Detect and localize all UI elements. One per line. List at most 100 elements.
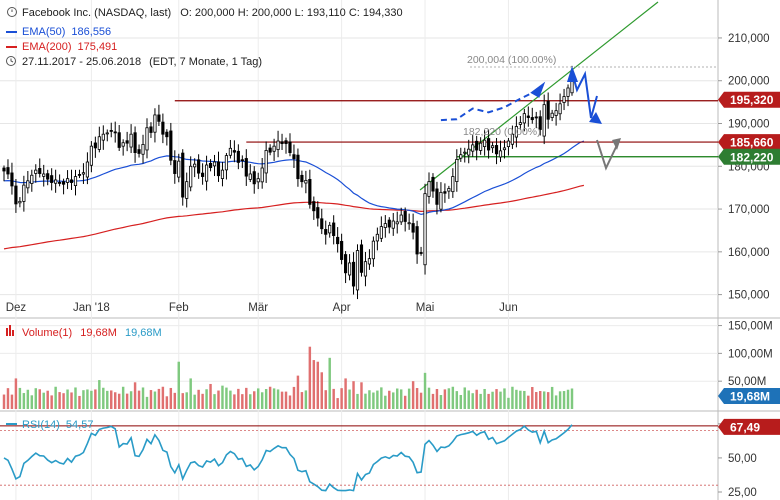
volume-bar: [546, 392, 550, 409]
candle-body: [443, 191, 447, 194]
candle-body: [367, 258, 372, 265]
volume-bar: [149, 390, 153, 409]
candle-body: [77, 174, 82, 176]
candle-body: [141, 144, 145, 155]
candle-body: [101, 133, 105, 141]
volume-tick-label: 100,00M: [728, 348, 773, 360]
volume-bar: [407, 388, 411, 409]
candle-body: [157, 114, 161, 122]
volume-bar: [209, 383, 212, 409]
volume-bar: [324, 390, 327, 409]
candle-body: [467, 148, 471, 156]
volume-bar: [58, 392, 61, 409]
volume-bar: [531, 387, 534, 409]
volume-bar: [312, 360, 316, 409]
volume-bar: [296, 375, 300, 409]
candle-body: [439, 191, 443, 210]
price-tick-label: 160,000: [728, 247, 770, 259]
candle-body: [2, 167, 6, 172]
volume-bar: [268, 386, 272, 409]
candle-body: [490, 145, 495, 149]
candle-body: [244, 158, 248, 177]
badge-resistance-1: 185,660: [730, 136, 774, 150]
volume-bar: [157, 388, 161, 409]
candle-body: [193, 163, 197, 168]
candle-body: [471, 144, 475, 152]
candle-body: [395, 221, 399, 225]
candle-body: [69, 179, 74, 183]
candle-body: [427, 181, 431, 197]
candle-body: [455, 159, 459, 182]
candle-body: [173, 160, 177, 174]
candle-body: [336, 236, 340, 245]
volume-bar: [292, 386, 296, 409]
candle-body: [224, 155, 229, 171]
candle-body: [411, 223, 415, 233]
volume-legend-icon: [6, 328, 8, 336]
volume-bar: [380, 387, 383, 409]
volume-bar: [14, 378, 18, 409]
volume-bar: [487, 393, 490, 409]
volume-bar: [2, 394, 6, 409]
candle-body: [54, 179, 58, 184]
volume-bar: [241, 394, 244, 409]
candle-body: [292, 154, 296, 159]
volume-bar: [300, 392, 304, 409]
candle-body: [359, 244, 364, 273]
candle-body: [320, 218, 324, 230]
volume-bar: [260, 392, 264, 409]
volume-bar: [467, 390, 470, 409]
volume-bar: [443, 389, 447, 409]
candle-body: [371, 240, 375, 260]
instrument-name: Facebook Inc. (NASDAQ, last): [22, 7, 171, 19]
candle-body: [526, 115, 530, 118]
time-tick-label: Apr: [333, 302, 351, 314]
candle-body: [89, 145, 93, 166]
volume-bar: [66, 389, 69, 409]
candle-body: [153, 114, 157, 133]
volume-bar: [193, 394, 196, 409]
candle-body: [296, 154, 300, 180]
volume-bar: [94, 389, 97, 409]
candle-body: [113, 131, 117, 134]
candle-body: [248, 173, 252, 180]
volume-bar: [264, 389, 268, 409]
volume-bar: [463, 387, 466, 409]
volume-bar: [392, 392, 395, 409]
volume-bar: [459, 394, 463, 409]
candle-body: [435, 188, 439, 205]
volume-bar: [38, 389, 41, 409]
candle-body: [407, 222, 411, 225]
candle-body: [220, 169, 225, 179]
candle-body: [121, 142, 125, 147]
volume-bar: [22, 393, 26, 409]
volume-bar: [102, 387, 105, 409]
candle-body: [260, 167, 264, 183]
volume-bar: [90, 390, 93, 409]
candle-body: [506, 140, 511, 148]
badge-resistance-0: 195,320: [730, 93, 774, 107]
candle-body: [22, 184, 26, 202]
candle-body: [38, 168, 42, 174]
candle-body: [447, 188, 451, 192]
candle-body: [26, 180, 30, 189]
volume-bar: [423, 372, 427, 409]
volume-bar: [42, 392, 45, 409]
volume-bar: [550, 386, 554, 409]
candle-body: [252, 171, 256, 185]
candle-body: [165, 131, 169, 138]
volume-bar: [50, 395, 53, 409]
volume-bar: [197, 389, 200, 409]
candle-body: [498, 150, 503, 158]
volume-bar: [54, 386, 57, 409]
badge-support-2: 182,220: [730, 150, 774, 164]
volume-bar: [189, 378, 192, 409]
candle-body: [204, 164, 209, 182]
volume-bar: [86, 389, 89, 409]
low-annotation: 182,220 (0.00%): [463, 126, 541, 138]
candle-body: [403, 211, 407, 222]
candle-body: [546, 100, 550, 120]
volume-bar: [431, 393, 435, 409]
candle-body: [149, 126, 153, 133]
volume-bar: [507, 397, 510, 409]
